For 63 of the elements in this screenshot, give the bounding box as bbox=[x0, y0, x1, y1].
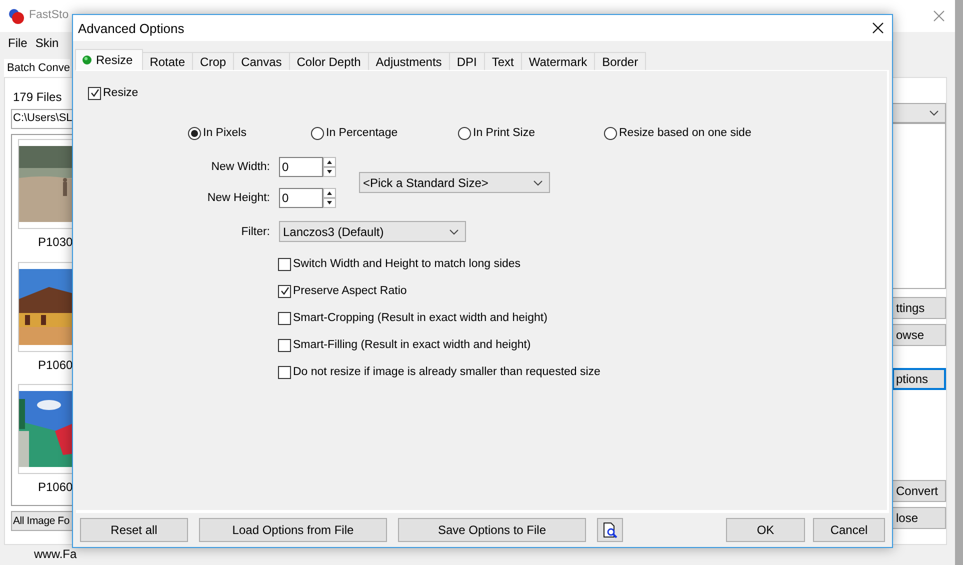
website-link[interactable]: www.Fa bbox=[0, 545, 955, 565]
window-title: FastSto bbox=[29, 9, 69, 21]
radio-button[interactable] bbox=[458, 126, 471, 140]
tab[interactable]: Adjustments bbox=[368, 52, 450, 70]
checkbox[interactable] bbox=[278, 284, 291, 298]
menu-item[interactable]: Skin bbox=[35, 36, 59, 50]
field-label: New Height: bbox=[206, 192, 270, 204]
status-dot-icon bbox=[82, 55, 92, 65]
side-button[interactable]: owse bbox=[892, 324, 946, 346]
checkbox[interactable] bbox=[278, 312, 291, 324]
spinner-icon[interactable] bbox=[323, 188, 336, 208]
button[interactable]: Save Options to File bbox=[398, 518, 586, 542]
dialog-title: Advanced Options bbox=[78, 20, 184, 36]
checkbox[interactable] bbox=[278, 338, 291, 352]
checkbox-label[interactable]: Preserve Aspect Ratio bbox=[293, 285, 407, 297]
close-icon[interactable] bbox=[872, 22, 884, 34]
width-field[interactable]: 0 bbox=[279, 157, 323, 177]
file-name: P1060 bbox=[37, 356, 72, 374]
caret-icon bbox=[449, 228, 459, 234]
checkbox-label[interactable]: Smart-Cropping (Result in exact width and height) bbox=[293, 312, 548, 324]
checkbox-label[interactable]: Do not resize if image is already smaller than requested size bbox=[293, 366, 600, 378]
radio-label[interactable]: Resize based on one side bbox=[619, 127, 752, 139]
checkbox[interactable] bbox=[278, 258, 291, 270]
tab[interactable]: Crop bbox=[192, 52, 234, 70]
close-icon bbox=[933, 10, 945, 22]
side-button[interactable]: ttings bbox=[892, 297, 946, 319]
height-field[interactable]: 0 bbox=[279, 188, 323, 208]
radio-label[interactable]: In Pixels bbox=[203, 127, 246, 139]
tab[interactable]: Batch Conve bbox=[4, 59, 70, 77]
spinner-icon[interactable] bbox=[323, 157, 336, 177]
radio-button[interactable] bbox=[188, 126, 201, 140]
file-name: P1030 bbox=[37, 234, 72, 251]
cancel-button[interactable]: Cancel bbox=[813, 518, 885, 542]
radio-button[interactable] bbox=[311, 126, 324, 140]
caret-icon bbox=[929, 110, 939, 116]
tab[interactable]: Color Depth bbox=[288, 52, 369, 70]
tab[interactable]: Border bbox=[594, 52, 646, 70]
radio-label[interactable]: In Percentage bbox=[326, 127, 398, 139]
ok-button[interactable]: OK bbox=[726, 518, 805, 542]
checkbox-label[interactable]: Smart-Filling (Result in exact width and height) bbox=[293, 339, 531, 351]
radio-label[interactable]: In Print Size bbox=[473, 127, 535, 139]
checkbox[interactable] bbox=[278, 366, 291, 378]
preview-button[interactable] bbox=[597, 518, 623, 542]
tab[interactable]: Resize bbox=[75, 49, 143, 70]
side-button[interactable]: Convert bbox=[892, 480, 946, 502]
caret-icon bbox=[533, 180, 543, 186]
menu-item[interactable]: File bbox=[8, 36, 28, 50]
app-logo-icon bbox=[8, 8, 24, 24]
button[interactable]: Load Options from File bbox=[199, 518, 387, 542]
file-name: P1060 bbox=[37, 479, 72, 496]
side-button[interactable]: ptions bbox=[892, 368, 946, 390]
side-button[interactable]: lose bbox=[892, 507, 946, 529]
checkbox-label[interactable]: Resize bbox=[103, 87, 138, 99]
document-search-icon bbox=[602, 522, 618, 538]
filter-dropdown[interactable]: Lanczos3 (Default) bbox=[279, 221, 466, 242]
field-label: Filter: bbox=[240, 226, 270, 238]
radio-button[interactable] bbox=[604, 126, 617, 140]
checkbox[interactable] bbox=[88, 86, 101, 100]
file-count: 179 Files bbox=[12, 89, 63, 104]
standard-size-dropdown[interactable]: <Pick a Standard Size> bbox=[359, 172, 550, 193]
checkbox-label[interactable]: Switch Width and Height to match long sides bbox=[293, 258, 521, 270]
field-label: New Width: bbox=[210, 161, 270, 173]
button[interactable]: Reset all bbox=[80, 518, 188, 542]
